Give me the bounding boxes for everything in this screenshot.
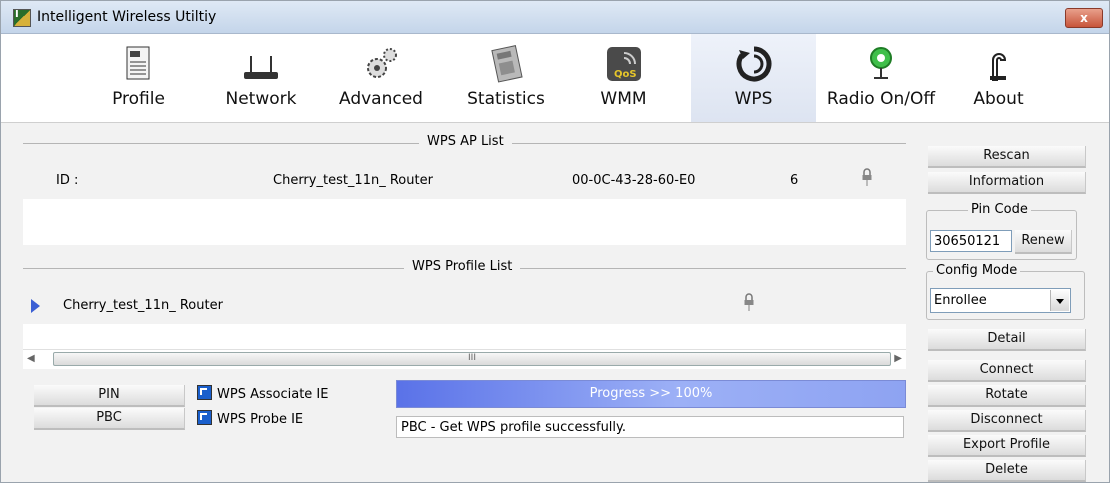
pin-button-label: PIN <box>98 387 120 402</box>
tab-advanced[interactable]: Advanced <box>321 34 441 122</box>
connect-button[interactable]: Connect <box>928 360 1086 382</box>
tab-wps[interactable]: WPS <box>691 34 816 122</box>
tab-label: Advanced <box>339 89 423 109</box>
wps-associate-ie-checkbox[interactable]: WPS Associate IE <box>197 385 328 402</box>
radio-icon <box>870 47 892 79</box>
tab-about[interactable]: About <box>951 34 1046 122</box>
tab-label: WPS <box>734 89 773 109</box>
wps-profile-list-title: WPS Profile List <box>404 259 521 274</box>
wps-ap-list-title: WPS AP List <box>419 134 512 149</box>
profile-ssid: Cherry_test_11n_ Router <box>63 298 223 313</box>
wmm-icon: QoS <box>606 47 641 81</box>
rescan-button[interactable]: Rescan <box>928 146 1086 168</box>
tab-label: Network <box>225 89 297 109</box>
delete-button[interactable]: Delete <box>928 460 1086 482</box>
pin-code-field[interactable]: 30650121 <box>930 230 1012 252</box>
tab-label: WMM <box>600 89 647 109</box>
scrollbar-thumb[interactable]: III <box>53 352 891 366</box>
pbc-button-label: PBC <box>96 410 122 425</box>
app-icon: I <box>13 9 31 27</box>
detail-button[interactable]: Detail <box>928 329 1086 351</box>
disconnect-button[interactable]: Disconnect <box>928 410 1086 432</box>
svg-text:QoS: QoS <box>614 69 637 80</box>
tab-label: Radio On/Off <box>826 89 936 109</box>
tab-profile[interactable]: Profile <box>71 34 206 122</box>
config-mode-value: Enrollee <box>934 293 987 308</box>
pbc-button[interactable]: PBC <box>34 408 185 430</box>
config-mode-select[interactable]: Enrollee <box>930 288 1071 313</box>
wps-ap-list[interactable]: ID : Cherry_test_11n_ Router 00-0C-43-28… <box>23 161 906 245</box>
tab-wmm[interactable]: QoS WMM <box>571 34 676 122</box>
selected-arrow-icon <box>31 299 40 313</box>
ap-ssid: Cherry_test_11n_ Router <box>273 173 433 188</box>
tab-label: Statistics <box>467 89 545 109</box>
about-icon <box>989 53 1006 81</box>
main-window: I Intelligent Wireless Utiltiy x Profile… <box>0 0 1110 483</box>
statistics-icon <box>491 45 523 83</box>
chevron-down-icon[interactable] <box>1050 290 1069 311</box>
status-message: PBC - Get WPS profile successfully. <box>396 416 904 438</box>
tab-radio-on-off[interactable]: Radio On/Off <box>816 34 946 122</box>
config-mode-legend: Config Mode <box>933 263 1021 278</box>
ap-id-label: ID : <box>56 173 79 188</box>
scroll-left-icon[interactable]: ◀ <box>27 353 35 364</box>
toolbar: Profile Network Advanced Statistics QoS … <box>1 34 1109 123</box>
horizontal-scrollbar[interactable]: ◀ III ▶ <box>23 349 906 367</box>
window-title: Intelligent Wireless Utiltiy <box>37 9 217 25</box>
pin-code-legend: Pin Code <box>968 202 1031 217</box>
ap-bssid: 00-0C-43-28-60-E0 <box>572 173 696 188</box>
list-item[interactable]: Cherry_test_11n_ Router <box>23 286 906 324</box>
profile-icon <box>126 46 149 80</box>
checkbox-checked-icon <box>197 385 212 400</box>
progress-text: Progress >> 100% <box>589 386 713 401</box>
title-bar: I Intelligent Wireless Utiltiy x <box>1 1 1109 34</box>
rotate-button[interactable]: Rotate <box>928 385 1086 407</box>
wps-icon <box>736 46 771 82</box>
renew-button[interactable]: Renew <box>1015 230 1072 254</box>
tab-statistics[interactable]: Statistics <box>446 34 566 122</box>
checkbox-label: WPS Probe IE <box>217 412 304 427</box>
lock-icon <box>744 293 754 311</box>
network-icon <box>244 56 278 79</box>
table-row[interactable]: ID : Cherry_test_11n_ Router 00-0C-43-28… <box>23 161 906 199</box>
pin-button[interactable]: PIN <box>34 385 185 407</box>
checkbox-checked-icon <box>197 410 212 425</box>
lock-icon <box>862 168 872 186</box>
tab-label: About <box>973 89 1024 109</box>
advanced-icon <box>367 48 397 78</box>
export-profile-button[interactable]: Export Profile <box>928 435 1086 457</box>
ap-channel: 6 <box>790 173 799 188</box>
scroll-right-icon[interactable]: ▶ <box>894 353 902 364</box>
checkbox-label: WPS Associate IE <box>217 387 329 402</box>
progress-bar: Progress >> 100% <box>396 380 906 408</box>
close-button[interactable]: x <box>1065 8 1103 28</box>
tab-network[interactable]: Network <box>206 34 316 122</box>
wps-probe-ie-checkbox[interactable]: WPS Probe IE <box>197 410 303 427</box>
information-button[interactable]: Information <box>928 172 1086 194</box>
tab-label: Profile <box>112 89 165 109</box>
